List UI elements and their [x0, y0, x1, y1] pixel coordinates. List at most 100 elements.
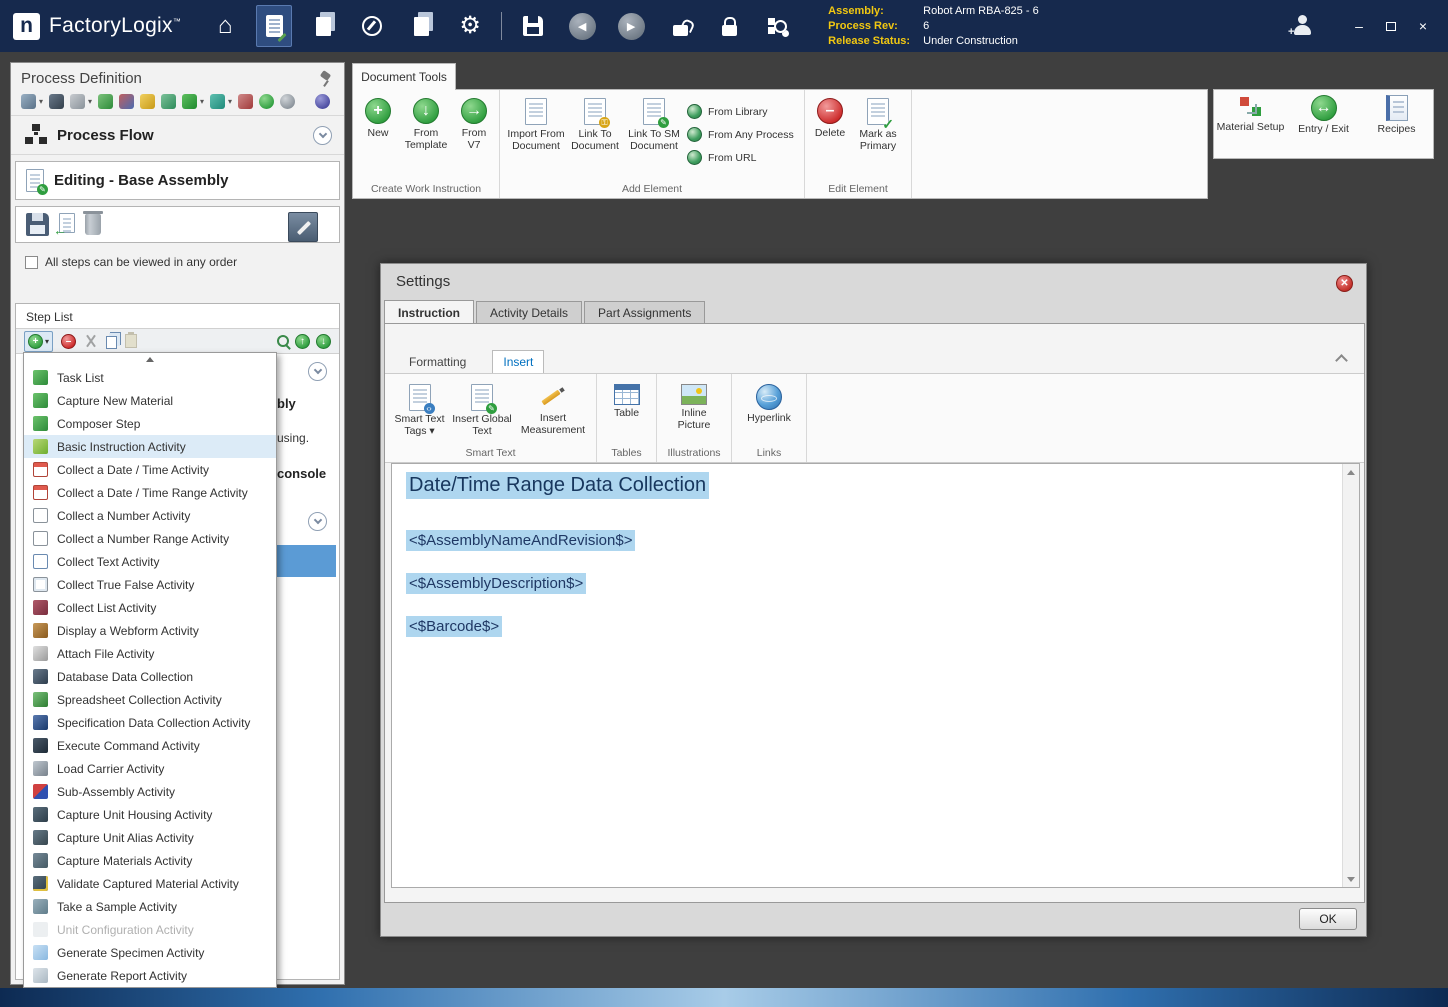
import-from-document-button[interactable]: Import From Document [507, 95, 565, 152]
from-any-process-button[interactable]: From Any Process [687, 124, 797, 145]
link-to-document-button[interactable]: ⚿Link To Document [569, 95, 621, 152]
back-icon[interactable]: ◀ [564, 5, 600, 47]
close-button[interactable]: × [1412, 15, 1434, 37]
insert-measurement-button[interactable]: Insert Measurement [517, 379, 589, 436]
tools-icon[interactable] [21, 94, 36, 109]
sync-icon[interactable] [98, 94, 113, 109]
menu-item[interactable]: Collect a Number Activity [24, 504, 276, 527]
tab-insert[interactable]: Insert [492, 350, 544, 373]
home-icon[interactable]: ⌂ [207, 5, 243, 47]
draw-icon[interactable] [49, 94, 64, 109]
save-step-icon[interactable] [26, 213, 49, 236]
copy-icon[interactable] [106, 336, 117, 349]
any-order-checkbox[interactable] [25, 256, 38, 269]
collapse-step-icon[interactable] [308, 512, 327, 531]
smart-text-tags-button[interactable]: ‹›Smart Text Tags ▾ [392, 379, 447, 437]
zoom-icon[interactable] [277, 335, 289, 347]
flag-icon[interactable] [182, 94, 197, 109]
menu-item[interactable]: Collect Text Activity [24, 550, 276, 573]
editor-scrollbar[interactable] [1342, 464, 1359, 887]
settings-gear-icon[interactable]: ⚙ [452, 5, 488, 47]
from-library-button[interactable]: From Library [687, 101, 797, 122]
documents-icon[interactable] [403, 5, 439, 47]
instruction-editor[interactable]: Date/Time Range Data Collection <$Assemb… [391, 463, 1360, 888]
save-icon[interactable] [515, 5, 551, 47]
delete-trash-icon[interactable] [85, 214, 101, 235]
user-green-icon[interactable] [161, 94, 176, 109]
delete-element-button[interactable]: –Delete [812, 95, 848, 140]
menu-item[interactable]: Display a Webform Activity [24, 619, 276, 642]
menu-item[interactable]: Collect List Activity [24, 596, 276, 619]
menu-item[interactable]: Generate Specimen Activity [24, 941, 276, 964]
menu-item[interactable]: Spreadsheet Collection Activity [24, 688, 276, 711]
tab-instruction[interactable]: Instruction [384, 300, 474, 324]
menu-item[interactable]: Collect a Number Range Activity [24, 527, 276, 550]
navigator-icon[interactable] [354, 5, 390, 47]
from-template-button[interactable]: ↓From Template [400, 95, 452, 151]
from-v7-button[interactable]: →From V7 [456, 95, 492, 151]
unlock-icon[interactable] [662, 5, 698, 47]
menu-item[interactable]: Capture Materials Activity [24, 849, 276, 872]
find-in-tree-icon[interactable] [760, 5, 796, 47]
tab-activity-details[interactable]: Activity Details [476, 301, 582, 324]
menu-item[interactable]: Capture Unit Alias Activity [24, 826, 276, 849]
scroll-down-icon[interactable] [1343, 871, 1359, 887]
help-icon[interactable] [315, 94, 330, 109]
print-icon[interactable] [70, 94, 85, 109]
cut-icon[interactable] [84, 334, 98, 348]
menu-item[interactable]: Validate Captured Material Activity [24, 872, 276, 895]
entry-exit-button[interactable]: ↔Entry / Exit [1290, 95, 1358, 136]
menu-item[interactable]: Capture New Material [24, 389, 276, 412]
collapse-process-flow-icon[interactable] [313, 126, 332, 145]
link-to-sm-document-button[interactable]: ✎Link To SM Document [625, 95, 683, 152]
remove-step-button[interactable]: – [61, 334, 76, 349]
material-setup-button[interactable]: Material Setup [1217, 95, 1285, 134]
menu-item[interactable]: Attach File Activity [24, 642, 276, 665]
recipes-button[interactable]: Recipes [1363, 95, 1431, 136]
mark-as-primary-button[interactable]: ✓Mark as Primary [852, 95, 904, 152]
minimize-button[interactable]: – [1348, 15, 1370, 37]
add-step-button[interactable]: +▾ [24, 331, 53, 352]
menu-item[interactable]: Take a Sample Activity [24, 895, 276, 918]
key-user-icon[interactable] [140, 94, 155, 109]
user-add-icon[interactable]: + [1290, 14, 1316, 38]
tag-icon[interactable] [210, 94, 225, 109]
tab-formatting[interactable]: Formatting [399, 351, 476, 373]
menu-item[interactable]: Collect a Date / Time Range Activity [24, 481, 276, 504]
menu-item[interactable]: Sub-Assembly Activity [24, 780, 276, 803]
collapse-step-icon[interactable] [308, 362, 327, 381]
pin-icon[interactable] [320, 71, 332, 87]
menu-item[interactable]: Basic Instruction Activity [24, 435, 276, 458]
scroll-up-icon[interactable] [1343, 464, 1359, 480]
insert-global-text-button[interactable]: ✎Insert Global Text [451, 379, 513, 437]
paste-icon[interactable] [125, 334, 137, 348]
status-icon[interactable] [238, 94, 253, 109]
move-up-button[interactable]: ↑ [295, 334, 310, 349]
menu-item[interactable]: Load Carrier Activity [24, 757, 276, 780]
new-button[interactable]: +New [360, 95, 396, 140]
move-down-button[interactable]: ↓ [316, 334, 331, 349]
menu-item[interactable]: Execute Command Activity [24, 734, 276, 757]
edit-mode-button[interactable] [288, 212, 318, 242]
hyperlink-button[interactable]: Hyperlink [739, 379, 799, 425]
inline-picture-button[interactable]: Inline Picture [664, 379, 724, 431]
menu-item[interactable]: Task List [24, 366, 276, 389]
go-icon[interactable] [259, 94, 274, 109]
tab-part-assignments[interactable]: Part Assignments [584, 301, 705, 324]
menu-scroll-up[interactable] [24, 353, 276, 366]
work-instructions-icon[interactable] [256, 5, 292, 47]
document-tools-tab[interactable]: Document Tools [352, 63, 456, 90]
from-url-button[interactable]: From URL [687, 147, 797, 168]
menu-item[interactable]: Collect True False Activity [24, 573, 276, 596]
pause-icon[interactable] [280, 94, 295, 109]
collapse-ribbon-icon[interactable] [1335, 354, 1348, 367]
menu-item[interactable]: Composer Step [24, 412, 276, 435]
selected-step-row[interactable] [277, 545, 336, 577]
menu-item[interactable]: Database Data Collection [24, 665, 276, 688]
settings-close-icon[interactable]: ✕ [1336, 275, 1353, 292]
forward-icon[interactable]: ▶ [613, 5, 649, 47]
process-stack-icon[interactable] [305, 5, 341, 47]
users-icon[interactable] [119, 94, 134, 109]
menu-item[interactable]: Capture Unit Housing Activity [24, 803, 276, 826]
menu-item[interactable]: Specification Data Collection Activity [24, 711, 276, 734]
